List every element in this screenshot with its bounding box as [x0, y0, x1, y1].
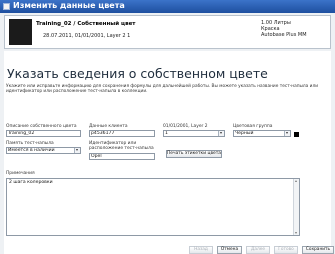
- own-color-desc-label: Описание собственного цвета: [6, 124, 77, 129]
- notes-scrollbar[interactable]: [293, 179, 299, 235]
- scroll-up-icon[interactable]: [295, 180, 297, 182]
- back-button[interactable]: Назад: [189, 246, 213, 254]
- color-summary-header: Training_02 / Собственный цвет 28.07.201…: [4, 15, 331, 49]
- identifier-input[interactable]: Opel: [89, 153, 155, 160]
- layer-select-label: 01/01/2001, Layer 2: [163, 124, 208, 129]
- next-button[interactable]: Далее: [246, 246, 270, 254]
- color-group-swatch: [294, 132, 299, 137]
- scroll-down-icon[interactable]: [295, 232, 297, 234]
- notes-textarea[interactable]: 2 шага колеровки: [6, 178, 300, 236]
- customer-data-input[interactable]: p4536177: [89, 130, 155, 137]
- print-color-label-button[interactable]: Печать этикетки цвета: [166, 150, 222, 158]
- cancel-button[interactable]: Отмена: [217, 246, 242, 254]
- chevron-down-icon[interactable]: [284, 131, 290, 136]
- dialog-window: Изменить данные цвета Training_02 / Собс…: [0, 0, 335, 254]
- page-title: Указать сведения о собственном цвете: [7, 66, 268, 81]
- test-panel-memory-label: Память тест-напыла: [6, 141, 54, 146]
- color-name: Training_02 / Собственный цвет: [36, 21, 136, 27]
- layer-select-value: 1: [165, 131, 168, 136]
- app-icon: [3, 3, 10, 10]
- product-info: 1.00 Литры Краска Autobase Plus MM: [261, 20, 307, 38]
- test-panel-memory-value: Имеется в наличии: [8, 148, 55, 153]
- color-group-value: Черный: [235, 131, 254, 136]
- save-button[interactable]: Сохранить: [302, 246, 334, 254]
- notes-text: 2 шага колеровки: [9, 180, 53, 185]
- chevron-down-icon[interactable]: [74, 148, 80, 153]
- test-panel-memory-select[interactable]: Имеется в наличии: [6, 147, 81, 154]
- color-swatch-thumbnail: [9, 19, 32, 45]
- identifier-label: Идентификатор или расположение тест-напы…: [89, 141, 154, 151]
- window-title: Изменить данные цвета: [13, 1, 125, 10]
- color-group-select[interactable]: Черный: [233, 130, 291, 137]
- notes-label: Примечания: [6, 171, 35, 176]
- page-description: Укажите или исправьте информацию для сох…: [6, 84, 318, 95]
- layer-select[interactable]: 1: [163, 130, 225, 137]
- title-bar: Изменить данные цвета: [0, 0, 335, 13]
- customer-data-label: Данные клиента: [89, 124, 128, 129]
- own-color-desc-input[interactable]: Training_02: [6, 130, 81, 137]
- chevron-down-icon[interactable]: [218, 131, 224, 136]
- finish-button[interactable]: Готово: [274, 246, 298, 254]
- color-group-label: Цветовая группа: [233, 124, 273, 129]
- brand-text: Autobase Plus MM: [261, 32, 307, 38]
- color-date-line: 28.07.2011, 01/01/2001, Layer 2 1: [43, 33, 131, 39]
